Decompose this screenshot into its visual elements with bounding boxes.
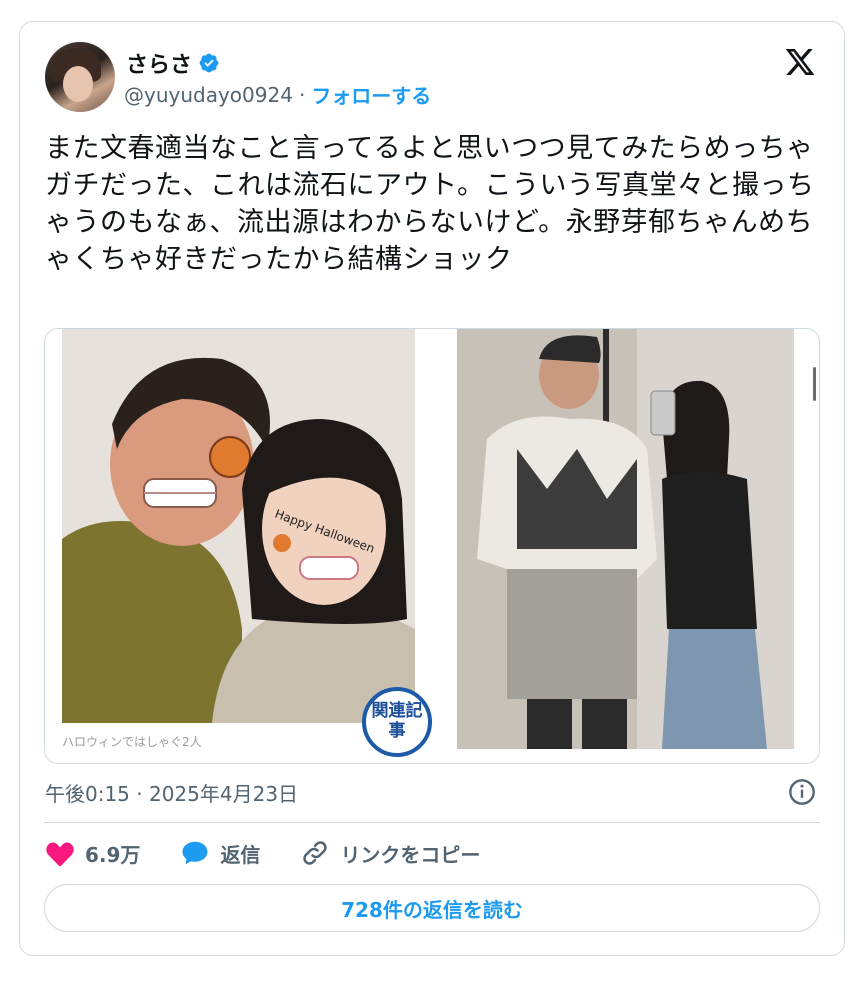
copy-link-label: リンクをコピー <box>340 842 481 867</box>
link-icon <box>303 841 328 865</box>
avatar[interactable] <box>45 42 115 112</box>
like-button[interactable]: 6.9万 <box>45 838 140 868</box>
related-article-badge[interactable]: 関連記事 <box>362 687 432 757</box>
tweet-card: さらさ @yuyudayo0924 · フォローする また文春適当なこと言ってる… <box>19 21 845 956</box>
separator-dot: · <box>298 82 306 107</box>
tweet-text: また文春適当なこと言ってるよと思いつつ見てみたらめっちゃガチだった、これは流石に… <box>45 133 815 275</box>
author-display-name[interactable]: さらさ <box>126 47 192 79</box>
handle-row: @yuyudayo0924 · フォローする <box>124 80 431 109</box>
x-logo-icon[interactable] <box>784 46 816 78</box>
info-icon[interactable] <box>788 778 816 806</box>
like-count: 6.9万 <box>85 842 141 867</box>
divider <box>44 822 820 823</box>
author-handle[interactable]: @yuyudayo0924 <box>124 83 293 107</box>
heart-icon <box>46 842 74 866</box>
photo-left-illustration: Happy Halloween <box>62 329 415 723</box>
media-attachment[interactable]: Happy Halloween ハロウィンではしゃぐ2人 関連記事 <box>44 328 820 764</box>
timestamp[interactable]: 午後0:15 · 2025年4月23日 <box>45 778 298 807</box>
read-replies-button[interactable]: 728件の返信を読む <box>44 884 820 932</box>
verified-badge-icon <box>199 53 219 73</box>
copy-link-button[interactable]: リンクをコピー <box>300 838 480 868</box>
photo-right[interactable] <box>457 329 794 749</box>
reply-button[interactable]: 返信 <box>180 838 260 868</box>
photo-caption: ハロウィンではしゃぐ2人 <box>62 735 202 749</box>
action-bar: 6.9万 返信 リンクをコピー <box>45 838 520 868</box>
photo-right-illustration <box>457 329 794 749</box>
media-scrollbar[interactable] <box>813 367 816 401</box>
photo-left[interactable]: Happy Halloween <box>62 329 415 723</box>
reply-label: 返信 <box>220 842 261 867</box>
author-name-row[interactable]: さらさ <box>126 47 220 79</box>
reply-bubble-icon <box>182 841 208 865</box>
follow-button[interactable]: フォローする <box>311 80 431 109</box>
